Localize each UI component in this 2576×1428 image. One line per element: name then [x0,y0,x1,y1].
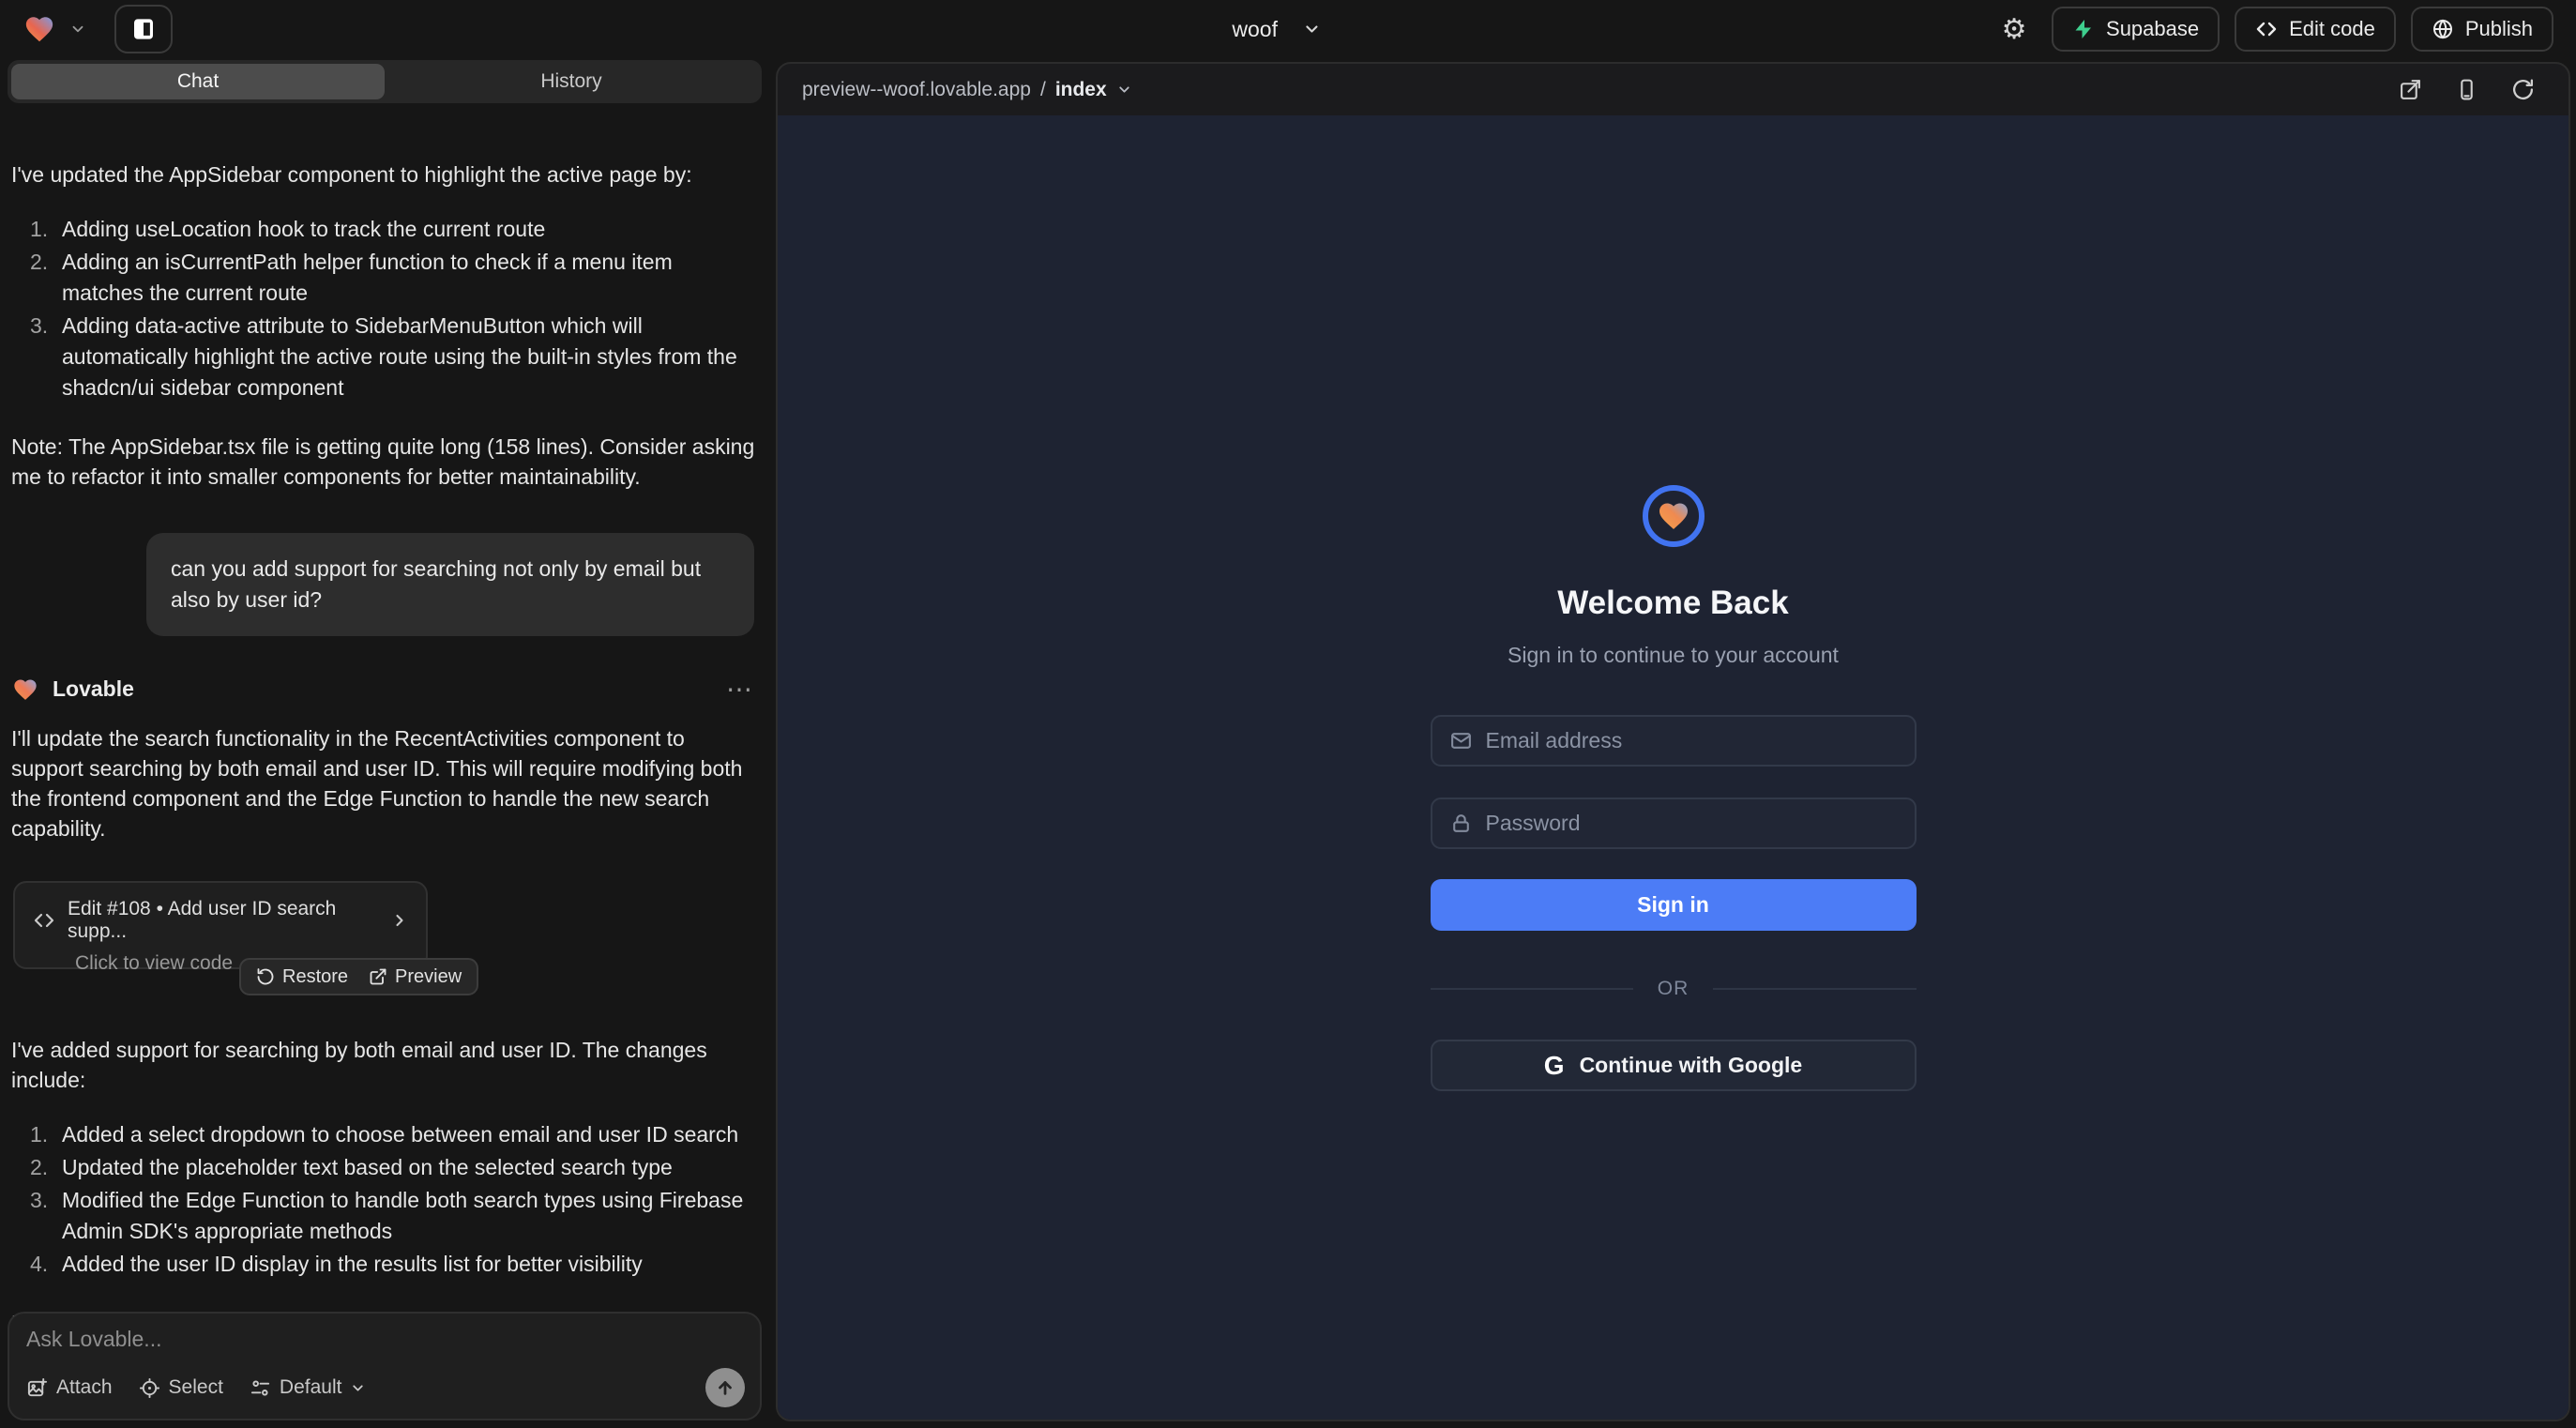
code-brackets-icon [2255,18,2278,40]
project-chevron-down-icon[interactable] [1302,20,1321,38]
target-icon [139,1377,160,1399]
google-signin-button[interactable]: G Continue with Google [1431,1040,1917,1091]
sidebar-toggle-button[interactable] [114,5,173,53]
mail-icon [1449,729,1473,752]
mobile-view-button[interactable] [2445,68,2488,112]
select-label: Select [169,1376,223,1399]
open-external-icon [369,967,387,986]
chat-message-list[interactable]: I've updated the AppSidebar component to… [11,160,762,1306]
attach-button[interactable]: Attach [26,1376,113,1399]
or-label: OR [1658,978,1690,1000]
message-options-button[interactable]: ⋯ [726,674,754,705]
restore-preview-toolbar: Restore Preview [239,958,478,995]
preview-label: Preview [395,966,462,988]
sliders-icon [250,1377,271,1399]
edit-card-region: Edit #108 • Add user ID search supp... C… [11,881,762,994]
edit-version-card[interactable]: Edit #108 • Add user ID search supp... C… [13,881,428,969]
supabase-bolt-icon [2072,18,2095,40]
image-plus-icon [26,1377,48,1399]
attach-label: Attach [56,1376,113,1399]
restore-label: Restore [282,966,348,988]
assistant-header: Lovable ⋯ [11,674,762,705]
chevron-right-icon [390,911,409,930]
list-item: Adding data-active attribute to SidebarM… [11,311,762,403]
publish-button[interactable]: Publish [2411,7,2553,52]
lovable-avatar-heart-icon [11,676,39,703]
list-item: Added the user ID display in the results… [11,1249,762,1280]
assistant-message-intro: I've updated the AppSidebar component to… [11,160,762,190]
lock-icon [1449,812,1473,835]
preview-header: preview--woof.lovable.app / index [778,64,2568,115]
list-item: Adding useLocation hook to track the cur… [11,214,762,245]
assistant-name: Lovable [53,676,134,702]
supabase-button[interactable]: Supabase [2052,7,2220,52]
tab-history[interactable]: History [385,64,758,99]
preview-page: index [1055,79,1107,101]
globe-icon [2432,18,2454,40]
email-input[interactable] [1486,728,1898,753]
list-item: Updated the placeholder text based on th… [11,1152,762,1183]
google-g-icon: G [1544,1051,1565,1081]
open-external-icon [2399,78,2422,101]
preview-viewport: Welcome Back Sign in to continue to your… [778,115,2568,1420]
chevron-down-icon [1116,82,1132,98]
list-item: Added a select dropdown to choose betwee… [11,1119,762,1150]
preview-host: preview--woof.lovable.app [802,79,1031,101]
chat-input[interactable] [26,1327,743,1352]
edit-card-title: Edit #108 • Add user ID search supp... [68,898,368,943]
user-message-bubble: can you add support for searching not on… [146,533,754,636]
arrow-up-icon [715,1377,735,1398]
assistant-message-list: Adding useLocation hook to track the cur… [11,214,762,403]
heart-icon [1656,499,1691,533]
edit-code-button[interactable]: Edit code [2235,7,2396,52]
password-input[interactable] [1486,811,1898,836]
lovable-logo-heart-icon[interactable] [23,13,56,45]
logo-chevron-down-icon[interactable] [69,21,86,38]
password-field [1431,798,1917,849]
google-signin-label: Continue with Google [1580,1053,1803,1078]
restore-button[interactable]: Restore [256,966,348,988]
smartphone-icon [2455,78,2478,101]
refresh-button[interactable] [2501,68,2544,112]
code-brackets-icon [32,909,56,932]
assistant-message-summary: I've added support for searching by both… [11,1035,762,1095]
signin-title: Welcome Back [1557,585,1788,622]
chat-history-tabs: Chat History [8,60,762,103]
sidebar-panel-icon [129,15,158,43]
signin-subtitle: Sign in to continue to your account [1508,643,1839,668]
open-in-new-tab-button[interactable] [2388,68,2432,112]
breadcrumb-separator: / [1040,79,1046,101]
settings-button[interactable]: ⚙ [1992,7,2037,52]
email-field [1431,715,1917,767]
preview-url-breadcrumb[interactable]: preview--woof.lovable.app / index [802,79,1132,101]
assistant-message-note: Note: The AppSidebar.tsx file is getting… [11,432,762,492]
list-item: Adding an isCurrentPath helper function … [11,247,762,309]
signin-card: Welcome Back Sign in to continue to your… [1431,485,1917,1091]
mode-select-button[interactable]: Default [250,1376,367,1399]
restore-icon [256,967,275,986]
chat-composer: Attach Select Default [8,1312,762,1420]
preview-button[interactable]: Preview [369,966,462,988]
list-item: Modified the Edge Function to handle bot… [11,1185,762,1247]
chevron-down-icon [350,1380,366,1396]
supabase-label: Supabase [2106,17,2199,41]
signin-button[interactable]: Sign in [1431,879,1917,931]
or-divider: OR [1431,978,1917,1000]
topbar: woof ⚙ Supabase Edit code Publish [0,0,2576,58]
app-logo-ring [1643,485,1705,547]
gear-icon: ⚙ [2002,13,2027,46]
assistant-message-list: Added a select dropdown to choose betwee… [11,1119,762,1280]
refresh-icon [2511,78,2535,101]
chat-panel: Chat History I've updated the AppSidebar… [0,58,769,1428]
preview-panel: preview--woof.lovable.app / index [776,62,2570,1421]
edit-code-label: Edit code [2289,17,2375,41]
send-button[interactable] [705,1368,745,1407]
project-title: woof [1232,17,1278,42]
mode-label: Default [280,1376,342,1399]
publish-label: Publish [2465,17,2533,41]
tab-chat[interactable]: Chat [11,64,385,99]
assistant-message-intro: I'll update the search functionality in … [11,723,762,843]
select-button[interactable]: Select [139,1376,223,1399]
